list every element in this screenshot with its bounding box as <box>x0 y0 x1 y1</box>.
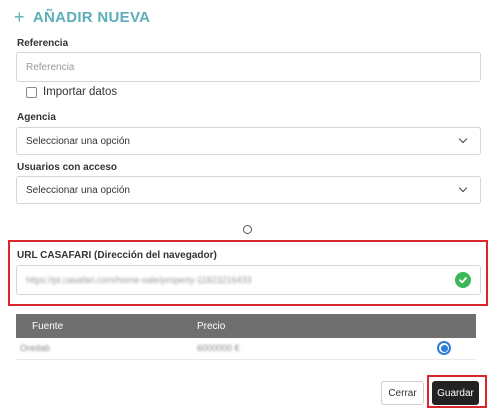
importar-datos-checkbox[interactable] <box>26 86 37 98</box>
referencia-input[interactable]: Referencia <box>16 52 481 82</box>
importar-datos-label: Importar datos <box>43 86 118 98</box>
chevron-down-icon <box>459 137 467 145</box>
save-button[interactable]: Guardar <box>432 381 479 405</box>
url-input[interactable]: https://pt.casafari.com/home-sale/proper… <box>16 265 481 295</box>
row-select-radio[interactable] <box>437 341 451 355</box>
cell-fuente: Oredab <box>20 343 51 353</box>
referencia-placeholder: Referencia <box>26 61 75 73</box>
referencia-label: Referencia <box>17 38 69 49</box>
column-header-fuente: Fuente <box>32 320 64 332</box>
form-header: + AÑADIR NUEVA <box>14 8 150 26</box>
importar-datos-option[interactable]: Importar datos <box>26 86 117 98</box>
url-label: URL CASAFARI (Dirección del navegador) <box>17 250 217 261</box>
usuarios-select[interactable]: Seleccionar una opción <box>16 176 481 204</box>
agencia-select-value: Seleccionar una opción <box>26 135 130 147</box>
column-header-precio: Precio <box>197 320 226 332</box>
usuarios-select-value: Seleccionar una opción <box>26 184 130 196</box>
cell-precio: 6000000 € <box>197 343 240 353</box>
agencia-label: Agencia <box>17 112 56 123</box>
cancel-button[interactable]: Cerrar <box>381 381 424 405</box>
page-title: AÑADIR NUEVA <box>32 8 151 26</box>
url-value: https://pt.casafari.com/home-sale/proper… <box>26 275 252 285</box>
plus-icon: + <box>14 7 25 27</box>
agencia-select[interactable]: Seleccionar una opción <box>16 127 481 155</box>
usuarios-label: Usuarios con acceso <box>17 162 118 173</box>
table-row[interactable]: Oredab 6000000 € <box>16 338 476 360</box>
unlabeled-radio[interactable] <box>243 225 252 234</box>
chevron-down-icon <box>459 186 467 194</box>
check-circle-icon <box>455 272 471 288</box>
table-header: Fuente Precio <box>16 314 476 338</box>
